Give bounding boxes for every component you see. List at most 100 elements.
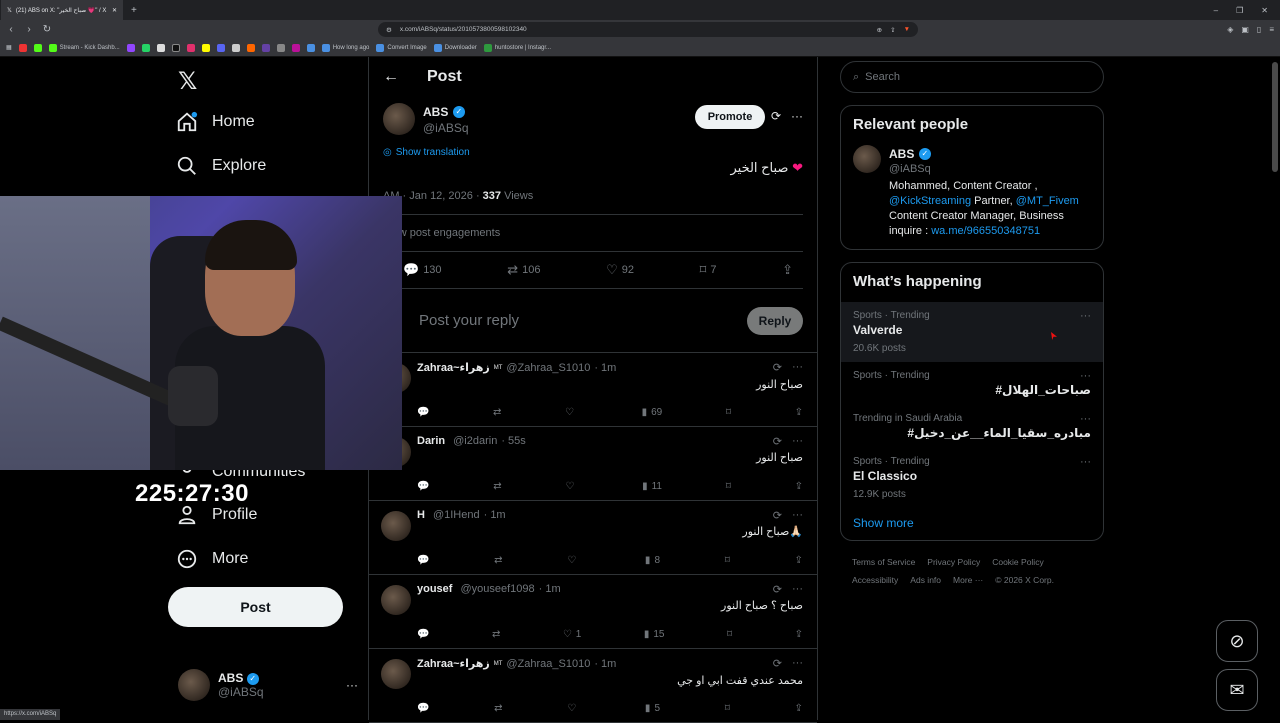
reply-time[interactable]: · 1m <box>539 583 561 595</box>
bookmark-downloader[interactable]: Downloader <box>434 44 477 52</box>
account-switcher[interactable]: ABS ✓ @iABSq ··· <box>178 667 358 703</box>
reply-action[interactable]: 💬130 <box>403 262 442 278</box>
reply-author-name[interactable]: yousef <box>417 583 452 595</box>
trend-item[interactable]: Trending in Saudi Arabia#مبادره_سقيا_الم… <box>853 405 1091 448</box>
reply-icon[interactable]: 💬 <box>417 629 429 640</box>
reply-author-name[interactable]: H <box>417 509 425 521</box>
avatar[interactable] <box>383 103 415 135</box>
trend-item[interactable]: Sports · Trending#صباحات_الهلال··· <box>853 362 1091 405</box>
bookmark-icon[interactable]: ⌑ <box>725 555 730 566</box>
avatar[interactable] <box>853 145 881 173</box>
reply-icon[interactable]: 💬 <box>417 555 429 566</box>
footer-link[interactable]: © 2026 X Corp. <box>995 571 1054 589</box>
more-icon[interactable]: ··· <box>792 361 803 374</box>
views-action[interactable]: ▮15 <box>644 629 665 640</box>
promote-button[interactable]: Promote <box>695 105 765 129</box>
view-engagements-link[interactable]: View post engagements <box>383 215 803 252</box>
like-action[interactable]: ♡ <box>565 407 578 418</box>
trend-item[interactable]: Sports · TrendingEl Classico12.9K posts·… <box>853 448 1091 508</box>
more-icon[interactable]: ··· <box>1080 413 1091 425</box>
forward-icon[interactable]: › <box>24 24 34 35</box>
footer-link[interactable]: Cookie Policy <box>992 553 1044 571</box>
browser-tab[interactable]: 𝕏 (21) ABS on X: "صباح الخير 💗" / X ✕ <box>1 0 123 20</box>
bookmark-icon[interactable]: ⌑ <box>725 703 730 714</box>
reply-time[interactable]: · 1m <box>594 362 616 374</box>
repost-icon[interactable]: ⇄ <box>494 703 502 714</box>
reply-author-name[interactable]: Zahraa~زهراء <box>417 361 490 374</box>
grok-icon[interactable]: ⟳ <box>773 583 782 596</box>
youtube-icon[interactable] <box>19 44 27 52</box>
x-logo-icon[interactable]: 𝕏 <box>178 67 197 96</box>
grok-icon[interactable]: ⟳ <box>773 509 782 522</box>
bookmark-icon[interactable]: ⌑ <box>727 629 732 640</box>
trend-item[interactable]: Sports · TrendingValverde20.6K posts··· <box>841 302 1103 362</box>
grok-icon[interactable]: ⟳ <box>773 657 782 670</box>
post-author-handle[interactable]: @iABSq <box>423 121 469 135</box>
bookmark-huntostore[interactable]: huntostore | Instagr... <box>484 44 551 52</box>
reply-author-handle[interactable]: @1IHend <box>433 509 480 521</box>
reply-author-handle[interactable]: @Zahraa_S1010 <box>506 362 590 374</box>
bookmark-icon[interactable]: ⌑ <box>726 481 731 492</box>
like-action[interactable]: ♡92 <box>606 262 634 278</box>
bookmark-icon[interactable] <box>277 44 285 52</box>
share-icon[interactable]: ⇪ <box>795 703 803 714</box>
menu-icon[interactable]: ≡ <box>1269 25 1274 34</box>
reply-time[interactable]: · 55s <box>501 435 525 447</box>
more-icon[interactable]: ··· <box>1080 456 1091 468</box>
back-icon[interactable]: ‹ <box>6 24 16 35</box>
reply-icon[interactable]: 💬 <box>417 703 429 714</box>
sidebar-icon[interactable]: ▯ <box>1257 25 1261 34</box>
share-action[interactable]: ⇪ <box>782 262 793 278</box>
zoom-icon[interactable]: ⊕ <box>877 26 882 34</box>
instagram-icon[interactable] <box>187 44 195 52</box>
bookmark-icon[interactable] <box>307 44 315 52</box>
avatar[interactable] <box>381 585 411 615</box>
like-action[interactable]: ♡ <box>567 555 580 566</box>
scrollbar[interactable] <box>1272 62 1278 172</box>
bio-link-wa[interactable]: wa.me/966550348751 <box>931 225 1040 237</box>
brave-shield-icon[interactable]: ▼ <box>904 26 910 33</box>
grok-icon[interactable]: ⟳ <box>773 435 782 448</box>
reply-item[interactable]: yousef@youseef1098· 1m⟳···صباح ؟ صباح ال… <box>369 575 817 649</box>
bookmark-icon[interactable]: ⌑ <box>726 407 731 418</box>
discord-icon[interactable] <box>217 44 225 52</box>
address-bar[interactable]: ⚙ x.com/iABSq/status/2010573800598102340… <box>378 22 918 37</box>
relevant-name[interactable]: ABS <box>889 147 914 161</box>
site-info-icon[interactable]: ⚙ <box>386 26 392 34</box>
repost-icon[interactable]: ⇄ <box>493 481 501 492</box>
more-icon[interactable]: ··· <box>1080 370 1091 382</box>
share-icon[interactable]: ⇪ <box>795 555 803 566</box>
share-icon[interactable]: ⇪ <box>890 26 895 34</box>
bookmark-how-long-ago[interactable]: How long ago <box>322 44 370 52</box>
reply-time[interactable]: · 1m <box>594 658 616 670</box>
more-icon[interactable]: ··· <box>792 435 803 448</box>
apps-icon[interactable]: ▦ <box>6 44 12 51</box>
share-icon[interactable]: ⇪ <box>795 407 803 418</box>
reply-item[interactable]: Zahraa~زهراءMT@Zahraa_S1010· 1m⟳···صباح … <box>369 353 817 427</box>
show-translation-link[interactable]: ◎ Show translation <box>383 147 803 158</box>
nav-explore[interactable]: Explore <box>176 155 266 177</box>
reply-icon[interactable]: 💬 <box>417 407 429 418</box>
kick-icon[interactable] <box>34 44 42 52</box>
bookmark-icon[interactable] <box>262 44 270 52</box>
wallet-icon[interactable]: ▣ <box>1241 25 1249 34</box>
grok-icon[interactable]: ⟳ <box>771 109 781 123</box>
maximize-icon[interactable]: ❐ <box>1236 6 1243 15</box>
relevant-handle[interactable]: @iABSq <box>889 163 1091 175</box>
reply-item[interactable]: Zahraa~زهراءMT@Zahraa_S1010· 1m⟳···محمد … <box>369 649 817 723</box>
reply-author-handle[interactable]: @i2darin <box>453 435 497 447</box>
relevant-person[interactable]: ABS ✓ @iABSq Mohammed, Content Creator ,… <box>853 145 1091 239</box>
bio-link-kick[interactable]: @KickStreaming <box>889 195 971 207</box>
views-action[interactable]: ▮5 <box>645 703 660 714</box>
minimize-icon[interactable]: – <box>1214 6 1218 15</box>
footer-link[interactable]: Privacy Policy <box>927 553 980 571</box>
like-action[interactable]: ♡1 <box>563 629 582 640</box>
show-more-link[interactable]: Show more <box>853 508 1091 534</box>
footer-link[interactable]: Terms of Service <box>852 553 915 571</box>
reply-item[interactable]: H@1IHend· 1m⟳···صباح النور🙏🏻💬⇄♡▮8⌑⇪ <box>369 501 817 575</box>
more-icon[interactable]: ··· <box>791 109 803 123</box>
footer-link[interactable]: Accessibility <box>852 571 898 589</box>
share-icon[interactable]: ⇪ <box>795 481 803 492</box>
reply-author-name[interactable]: Zahraa~زهراء <box>417 657 490 670</box>
reply-author-name[interactable]: Darin <box>417 435 445 447</box>
